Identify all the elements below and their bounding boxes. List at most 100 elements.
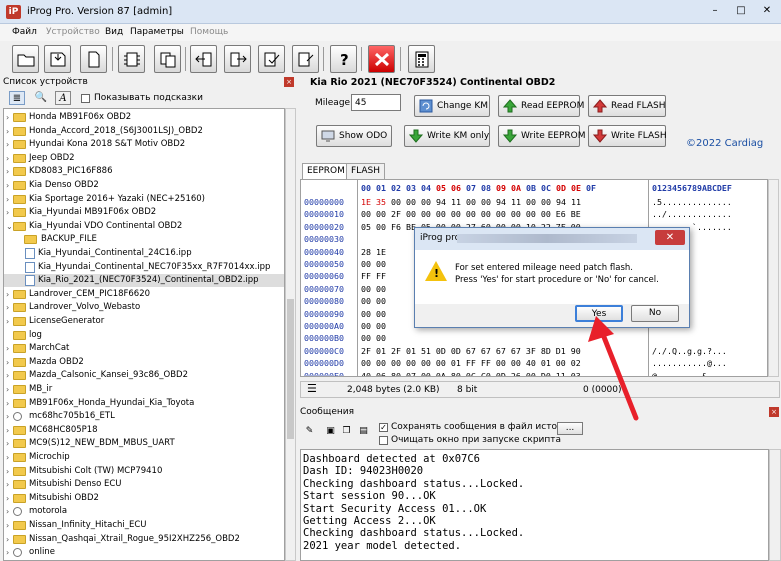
tree-item[interactable]: › Honda_Accord_2018_(S6J3001LSJ)_OBD2 bbox=[4, 125, 284, 138]
expander-icon[interactable]: › bbox=[6, 410, 9, 423]
tree-item[interactable]: Kia_Rio_2021_(NEC70F3524)_Continental_OB… bbox=[4, 274, 284, 288]
hex-bytes[interactable]: 00 00 bbox=[361, 295, 386, 307]
expander-icon[interactable]: › bbox=[6, 424, 9, 437]
expander-icon[interactable]: › bbox=[6, 451, 9, 464]
search-icon[interactable]: 🔍 bbox=[33, 91, 49, 105]
menu-help[interactable]: Помощь bbox=[190, 27, 228, 37]
expander-icon[interactable]: › bbox=[6, 505, 9, 518]
tree-item[interactable]: › Mazda_Calsonic_Kansei_93c86_OBD2 bbox=[4, 369, 284, 382]
tree-item[interactable]: log bbox=[4, 329, 284, 342]
message-log-scrollbar[interactable] bbox=[769, 449, 781, 561]
tree-item[interactable]: › Microchip bbox=[4, 451, 284, 464]
tree-item[interactable]: › MB91F06x_Honda_Hyundai_Kia_Toyota bbox=[4, 397, 284, 410]
save-history-checkbox[interactable]: ✓ bbox=[379, 423, 388, 432]
expander-icon[interactable]: › bbox=[6, 152, 9, 165]
hex-bytes[interactable]: 00 00 bbox=[361, 283, 386, 295]
expander-icon[interactable]: › bbox=[6, 206, 9, 219]
write-eeprom-button[interactable]: Write EEPROM bbox=[498, 125, 586, 147]
read-flash-button[interactable]: Read FLASH bbox=[588, 95, 666, 117]
copy-log-icon[interactable]: ❐ bbox=[340, 426, 353, 438]
write-flash-button[interactable]: Write FLASH bbox=[588, 125, 667, 147]
device-tree-scrollbar[interactable] bbox=[285, 108, 296, 561]
tree-item[interactable]: › Jeep OBD2 bbox=[4, 152, 284, 165]
save-log-icon[interactable]: ▣ bbox=[324, 426, 337, 438]
tree-item[interactable]: › LicenseGenerator bbox=[4, 315, 284, 328]
close-messages-icon[interactable]: × bbox=[769, 407, 779, 417]
tree-item[interactable]: › mc68hc705b16_ETL bbox=[4, 410, 284, 423]
expander-icon[interactable]: › bbox=[6, 533, 9, 546]
expander-icon[interactable]: › bbox=[6, 478, 9, 491]
new-file-button[interactable] bbox=[80, 45, 107, 73]
expander-icon[interactable]: › bbox=[6, 519, 9, 532]
font-icon[interactable]: A bbox=[55, 91, 71, 105]
hex-bytes[interactable]: 00 00 bbox=[361, 258, 386, 270]
tree-item[interactable]: › online bbox=[4, 546, 284, 559]
change-km-button[interactable]: Change KM bbox=[414, 95, 490, 117]
expander-icon[interactable]: › bbox=[6, 111, 9, 124]
tree-item[interactable]: › Mazda OBD2 bbox=[4, 356, 284, 369]
tree-item[interactable]: › Kia Sportage 2016+ Yazaki (NEC+25160) bbox=[4, 193, 284, 206]
copy-button[interactable] bbox=[154, 45, 181, 73]
menu-file[interactable]: Файл bbox=[12, 27, 37, 37]
expander-icon[interactable]: › bbox=[6, 179, 9, 192]
menu-lines-icon[interactable]: ☰ bbox=[307, 382, 317, 395]
calculator-button[interactable] bbox=[408, 45, 435, 73]
expander-icon[interactable]: › bbox=[6, 165, 9, 178]
tree-item[interactable]: ⌄ Kia_Hyundai VDO Continental OBD2 bbox=[4, 220, 284, 233]
tree-item[interactable]: › motorola bbox=[4, 505, 284, 518]
open-folder-button[interactable] bbox=[12, 45, 39, 73]
expander-icon[interactable]: › bbox=[6, 193, 9, 206]
expander-icon[interactable]: › bbox=[6, 492, 9, 505]
hex-ascii[interactable]: @.........&..... bbox=[652, 370, 732, 376]
minimize-button[interactable]: – bbox=[704, 3, 726, 19]
scrollbar-thumb[interactable] bbox=[287, 299, 294, 439]
hex-bytes[interactable]: 00 00 bbox=[361, 320, 386, 332]
show-hints-checkbox[interactable] bbox=[81, 94, 90, 103]
hex-scrollbar[interactable] bbox=[768, 179, 779, 377]
verify-button[interactable] bbox=[258, 45, 285, 73]
clear-log-icon[interactable]: ▤ bbox=[357, 426, 370, 438]
expander-icon[interactable]: › bbox=[6, 315, 9, 328]
tree-item[interactable]: › Mitsubishi OBD2 bbox=[4, 492, 284, 505]
save-button[interactable] bbox=[44, 45, 71, 73]
hex-bytes[interactable]: 00 00 bbox=[361, 332, 386, 344]
stop-button[interactable] bbox=[368, 45, 395, 73]
tree-item[interactable]: › Nissan_Infinity_Hitachi_ECU bbox=[4, 519, 284, 532]
expander-icon[interactable]: ⌄ bbox=[6, 220, 13, 233]
expander-icon[interactable]: › bbox=[6, 356, 9, 369]
dialog-close-button[interactable]: ✕ bbox=[655, 230, 685, 245]
hex-bytes[interactable]: 2F 01 2F 01 51 0D 0D 67 67 67 67 3F 8D D… bbox=[361, 345, 581, 357]
tree-item[interactable]: › MC68HC805P18 bbox=[4, 424, 284, 437]
tree-item[interactable]: BACKUP_FILE bbox=[4, 233, 284, 246]
menu-view[interactable]: Вид bbox=[105, 27, 123, 37]
expander-icon[interactable]: › bbox=[6, 125, 9, 138]
close-panel-icon[interactable]: × bbox=[284, 77, 294, 87]
hex-ascii[interactable]: ...........@... bbox=[652, 357, 727, 369]
menu-settings[interactable]: Параметры bbox=[130, 27, 184, 37]
hex-bytes[interactable]: 00 00 00 00 00 00 01 FF FF 00 00 40 01 0… bbox=[361, 357, 581, 369]
tab-flash[interactable]: FLASH bbox=[346, 163, 386, 179]
device-tree[interactable]: › Honda MB91F06x OBD2 › Honda_Accord_2018_(… bbox=[3, 108, 285, 561]
tree-item[interactable]: Kia_Hyundai_Continental_NEC70F35xx_R7F70… bbox=[4, 261, 284, 274]
tree-item[interactable]: › KD8083_PIC16F886 bbox=[4, 165, 284, 178]
tree-item[interactable]: › MC9(S)12_NEW_BDM_MBUS_UART bbox=[4, 437, 284, 450]
expander-icon[interactable]: › bbox=[6, 288, 9, 301]
message-log[interactable]: Dashboard detected at 0x07C6 Dash ID: 940… bbox=[300, 449, 769, 561]
tab-eeprom[interactable]: EEPROM bbox=[302, 163, 350, 179]
hex-bytes[interactable]: 40 06 80 07 00 0A 80 0C C0 0D 26 00 D0 1… bbox=[361, 370, 581, 376]
hex-ascii[interactable]: /./.Q..g.g.?... bbox=[652, 345, 727, 357]
hex-bytes[interactable]: FF FF bbox=[361, 270, 386, 282]
menu-device[interactable]: Устройство bbox=[46, 27, 100, 37]
write-km-only-button[interactable]: Write KM only bbox=[404, 125, 490, 147]
tree-view-icon[interactable]: ≣ bbox=[9, 91, 25, 105]
show-odo-button[interactable]: Show ODO bbox=[316, 125, 392, 147]
tree-item[interactable]: › Kia Denso OBD2 bbox=[4, 179, 284, 192]
tree-item[interactable]: › Hyundai Kona 2018 S&T Motiv OBD2 bbox=[4, 138, 284, 151]
tree-item[interactable]: › MarchCat bbox=[4, 342, 284, 355]
mileage-input[interactable] bbox=[351, 94, 401, 111]
read-eeprom-button[interactable]: Read EEPROM bbox=[498, 95, 584, 117]
help-button[interactable]: ? bbox=[330, 45, 357, 73]
hex-bytes[interactable]: 00 00 bbox=[361, 308, 386, 320]
hex-bytes[interactable]: 28 1E bbox=[361, 246, 386, 258]
tree-item[interactable]: › Mitsubishi Colt (TW) MCP79410 bbox=[4, 465, 284, 478]
